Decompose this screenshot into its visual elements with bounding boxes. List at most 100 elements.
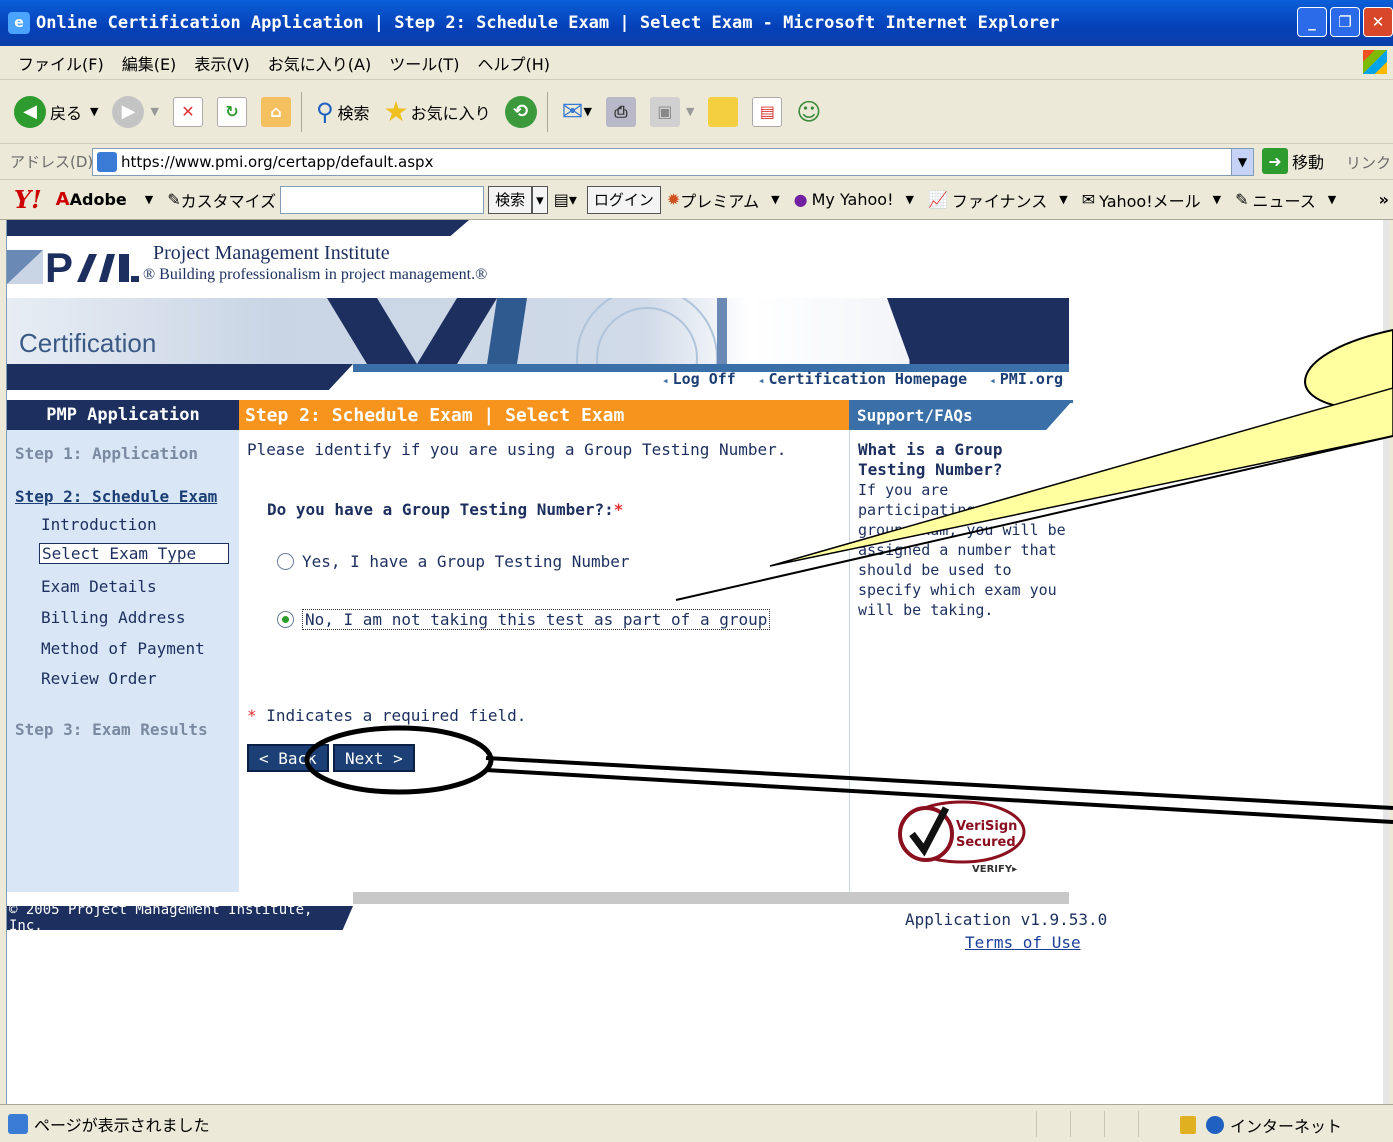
option-yes-label[interactable]: Yes, I have a Group Testing Number — [302, 552, 630, 571]
links-button[interactable]: リンク — [1346, 152, 1391, 173]
option-no[interactable]: No, I am not taking this test as part of… — [277, 609, 771, 630]
left-nav-title: PMP Application — [7, 400, 239, 430]
messenger-button[interactable]: ☺ — [796, 98, 821, 126]
chevron-down-icon[interactable]: ▼ — [90, 105, 98, 118]
premium-button[interactable]: ✹ プレミアム ▼ — [667, 188, 780, 212]
finance-button[interactable]: 📈 ファイナンス ▼ — [928, 188, 1068, 212]
radio-yes[interactable] — [277, 553, 294, 570]
chevron-down-icon[interactable]: ▼ — [771, 193, 779, 206]
chevron-down-icon[interactable]: ▼ — [905, 193, 913, 206]
customize-button[interactable]: ✎ カスタマイズ — [167, 188, 276, 212]
customize-label: カスタマイズ — [180, 191, 277, 211]
stop-button[interactable]: ✕ — [172, 96, 203, 127]
note-icon — [708, 96, 739, 127]
left-nav: PMP Application Step 1: Application Step… — [7, 400, 239, 892]
chevron-down-icon[interactable]: ▼ — [1328, 193, 1336, 206]
home-button[interactable]: ⌂ — [260, 96, 291, 127]
address-url[interactable]: https://www.pmi.org/certapp/default.aspx — [121, 153, 433, 171]
vertical-scrollbar[interactable] — [1383, 220, 1389, 1104]
search-button[interactable]: ⚲ 検索 — [316, 98, 370, 126]
adobe-button[interactable]: A Adobe ▼ — [56, 189, 154, 210]
chevron-down-icon[interactable]: ▼ — [1213, 193, 1221, 206]
address-dropdown[interactable]: ▼ — [1231, 149, 1253, 175]
chevron-down-icon[interactable]: ▼ — [583, 105, 591, 118]
status-cell — [1070, 1111, 1104, 1137]
lock-icon[interactable] — [1180, 1116, 1196, 1134]
yahoo-mail-label: Yahoo!メール — [1099, 191, 1201, 211]
address-label: アドレス(D) — [10, 153, 94, 171]
myyahoo-button[interactable]: ● My Yahoo! ▼ — [794, 190, 914, 209]
nav-step-1[interactable]: Step 1: Application — [15, 444, 198, 463]
mail-button[interactable]: ✉ ▼ — [562, 97, 592, 127]
close-button[interactable]: ✕ — [1363, 7, 1393, 37]
forward-button[interactable]: ▶ ▼ — [112, 95, 159, 128]
org-tagline: ® Building professionalism in project ma… — [143, 266, 488, 283]
next-button[interactable]: Next > — [333, 744, 415, 772]
print-button[interactable]: ⎙ — [605, 96, 636, 127]
yahoo-mail-button[interactable]: ✉ Yahoo!メール ▼ — [1082, 188, 1221, 212]
pmi-org-link[interactable]: PMI.org — [989, 370, 1063, 388]
edit-button[interactable]: ▣ ▼ — [649, 96, 694, 127]
menu-file[interactable]: ファイル(F) — [18, 51, 104, 75]
news-icon: ✎ — [1235, 190, 1249, 209]
maximize-button[interactable]: ❐ — [1330, 7, 1360, 37]
verisign-seal-icon[interactable]: VeriSign Secured VERIFY▸ — [896, 796, 1032, 876]
nav-sub-billing-address[interactable]: Billing Address — [41, 608, 186, 627]
back-button[interactable]: < Back — [247, 744, 329, 772]
back-label: 戻る — [50, 103, 83, 123]
radio-no[interactable] — [277, 611, 294, 628]
menu-favorites[interactable]: お気に入り(A) — [268, 51, 371, 75]
favorites-button[interactable]: ★ お気に入り — [384, 95, 491, 128]
nav-sub-method-of-payment[interactable]: Method of Payment — [41, 639, 205, 658]
banner-graphic — [327, 298, 727, 364]
yahoo-search-dropdown[interactable]: ▾ — [532, 185, 548, 214]
nav-sub-introduction[interactable]: Introduction — [41, 515, 157, 534]
nav-sub-select-exam-type[interactable]: Select Exam Type — [39, 543, 229, 564]
menu-tools[interactable]: ツール(T) — [389, 51, 459, 75]
yahoo-search-input[interactable] — [280, 185, 485, 214]
adobe-label: Adobe — [69, 190, 127, 209]
question-label: Do you have a Group Testing Number?:* — [267, 500, 623, 519]
minimize-button[interactable]: _ — [1297, 7, 1327, 37]
chevron-down-icon[interactable]: ▼ — [150, 105, 158, 118]
option-no-label[interactable]: No, I am not taking this test as part of… — [302, 609, 771, 630]
status-cell — [1036, 1111, 1070, 1137]
pmi-logo-icon: P — [7, 244, 139, 286]
nav-step-2[interactable]: Step 2: Schedule Exam — [15, 487, 217, 506]
nav-step-3[interactable]: Step 3: Exam Results — [15, 720, 208, 739]
layout-button[interactable]: ▤▾ — [554, 190, 577, 209]
back-button[interactable]: ◀ 戻る ▼ — [14, 95, 98, 128]
menu-view[interactable]: 表示(V) — [194, 51, 249, 75]
chevron-down-icon[interactable]: ▼ — [1059, 193, 1067, 206]
menu-help[interactable]: ヘルプ(H) — [477, 51, 550, 75]
myyahoo-icon: ● — [793, 190, 808, 209]
banner-graphic-right — [887, 298, 935, 364]
menu-edit[interactable]: 編集(E) — [122, 51, 177, 75]
chevron-down-icon[interactable]: ▼ — [145, 193, 153, 206]
research-button[interactable]: ▤ — [752, 96, 783, 127]
yahoo-toolbar: Y! A Adobe ▼ ✎ カスタマイズ 検索 ▾ ▤▾ ログイン ✹ プレミ… — [0, 180, 1393, 220]
option-yes[interactable]: Yes, I have a Group Testing Number — [277, 552, 630, 571]
login-button[interactable]: ログイン — [586, 185, 661, 214]
nav-sub-review-order[interactable]: Review Order — [41, 669, 157, 688]
terms-link[interactable]: Terms of Use — [965, 933, 1081, 952]
logoff-link[interactable]: Log Off — [662, 370, 736, 388]
history-button[interactable]: ⟲ — [504, 95, 537, 128]
myyahoo-label: My Yahoo! — [811, 190, 894, 209]
cert-homepage-link[interactable]: Certification Homepage — [758, 370, 967, 388]
yahoo-search-button[interactable]: 検索 — [488, 185, 533, 214]
more-chevron-icon[interactable]: » — [1379, 190, 1389, 209]
chevron-down-icon[interactable]: ▼ — [686, 105, 694, 118]
required-asterisk: * — [247, 706, 257, 725]
stop-icon: ✕ — [172, 96, 203, 127]
yahoo-logo-icon[interactable]: Y! — [14, 185, 42, 214]
nav-sub-exam-details[interactable]: Exam Details — [41, 577, 157, 596]
adobe-icon: A — [55, 189, 70, 210]
address-input[interactable]: https://www.pmi.org/certapp/default.aspx… — [92, 148, 1254, 176]
refresh-button[interactable]: ↻ — [216, 96, 247, 127]
news-button[interactable]: ✎ ニュース ▼ — [1235, 188, 1336, 212]
go-button[interactable]: ➜ 移動 — [1262, 148, 1324, 174]
discuss-button[interactable] — [708, 96, 739, 127]
faq-question: What is a Group Testing Number? — [858, 440, 1003, 479]
document-icon: ▤ — [752, 96, 783, 127]
